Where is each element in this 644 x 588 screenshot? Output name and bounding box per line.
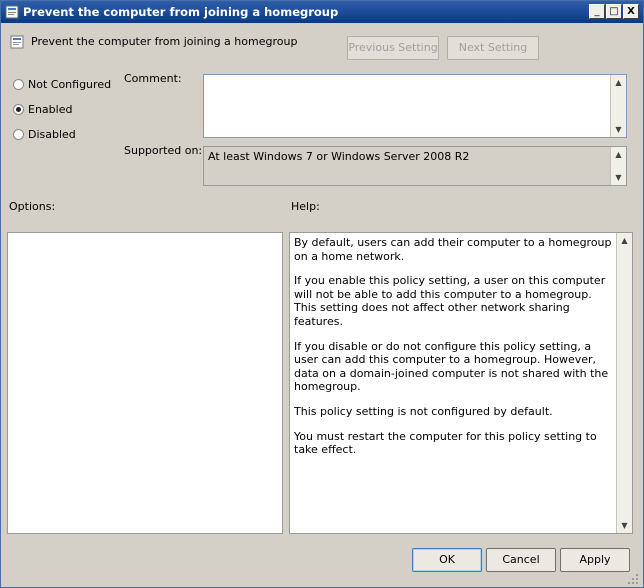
help-paragraph: If you enable this policy setting, a use… (294, 274, 606, 328)
radio-circle[interactable] (13, 79, 24, 90)
cancel-button[interactable]: Cancel (486, 548, 556, 572)
resize-grip-icon[interactable] (627, 573, 639, 585)
scroll-up-icon[interactable]: ▲ (611, 147, 626, 162)
radio-selected-dot (16, 107, 21, 112)
help-paragraph: By default, users can add their computer… (294, 236, 612, 263)
ok-button[interactable]: OK (412, 548, 482, 572)
options-label: Options: (9, 200, 56, 213)
minimize-button[interactable]: _ (589, 4, 605, 19)
radio-circle[interactable] (13, 129, 24, 140)
policy-name: Prevent the computer from joining a home… (31, 35, 298, 48)
scroll-down-icon[interactable]: ▼ (611, 122, 626, 137)
scroll-down-icon[interactable]: ▼ (611, 170, 626, 185)
help-paragraph: You must restart the computer for this p… (294, 429, 597, 457)
maximize-icon: □ (609, 5, 619, 17)
help-paragraph: If you disable or do not configure this … (294, 339, 609, 394)
options-pane (7, 232, 283, 534)
supported-on-field: At least Windows 7 or Windows Server 200… (203, 146, 627, 186)
dialog-content: Prevent the computer from joining a home… (1, 23, 643, 587)
help-pane: By default, users can add their computer… (289, 232, 633, 534)
supported-scrollbar[interactable]: ▲ ▼ (610, 147, 626, 185)
supported-on-label: Supported on: (124, 144, 203, 157)
supported-on-text: At least Windows 7 or Windows Server 200… (208, 150, 470, 163)
scroll-up-icon[interactable]: ▲ (611, 75, 626, 90)
comment-scrollbar[interactable]: ▲ ▼ (610, 75, 626, 137)
title-bar[interactable]: Prevent the computer from joining a home… (1, 1, 643, 23)
minimize-icon: _ (594, 5, 600, 17)
close-button[interactable]: X (623, 4, 639, 19)
policy-dialog: Prevent the computer from joining a home… (0, 0, 644, 588)
apply-button[interactable]: Apply (560, 548, 630, 572)
policy-icon (5, 5, 19, 19)
radio-label: Disabled (28, 128, 76, 141)
close-icon: X (627, 5, 635, 17)
maximize-button[interactable]: □ (606, 4, 622, 19)
comment-textarea[interactable]: ▲ ▼ (203, 74, 627, 138)
radio-label: Enabled (28, 103, 73, 116)
next-setting-button[interactable]: Next Setting (447, 36, 539, 60)
setting-icon (10, 35, 24, 49)
radio-circle[interactable] (13, 104, 24, 115)
previous-setting-button[interactable]: Previous Setting (347, 36, 439, 60)
radio-label: Not Configured (28, 78, 112, 91)
scroll-down-icon[interactable]: ▼ (617, 518, 632, 533)
window-title: Prevent the computer from joining a home… (23, 5, 339, 19)
scroll-up-icon[interactable]: ▲ (617, 233, 632, 248)
comment-label: Comment: (124, 72, 182, 85)
help-scrollbar[interactable]: ▲ ▼ (616, 233, 632, 533)
help-text: By default, users can add their computer… (294, 236, 614, 468)
help-paragraph: This policy setting is not configured by… (294, 404, 553, 418)
help-label: Help: (291, 200, 320, 213)
